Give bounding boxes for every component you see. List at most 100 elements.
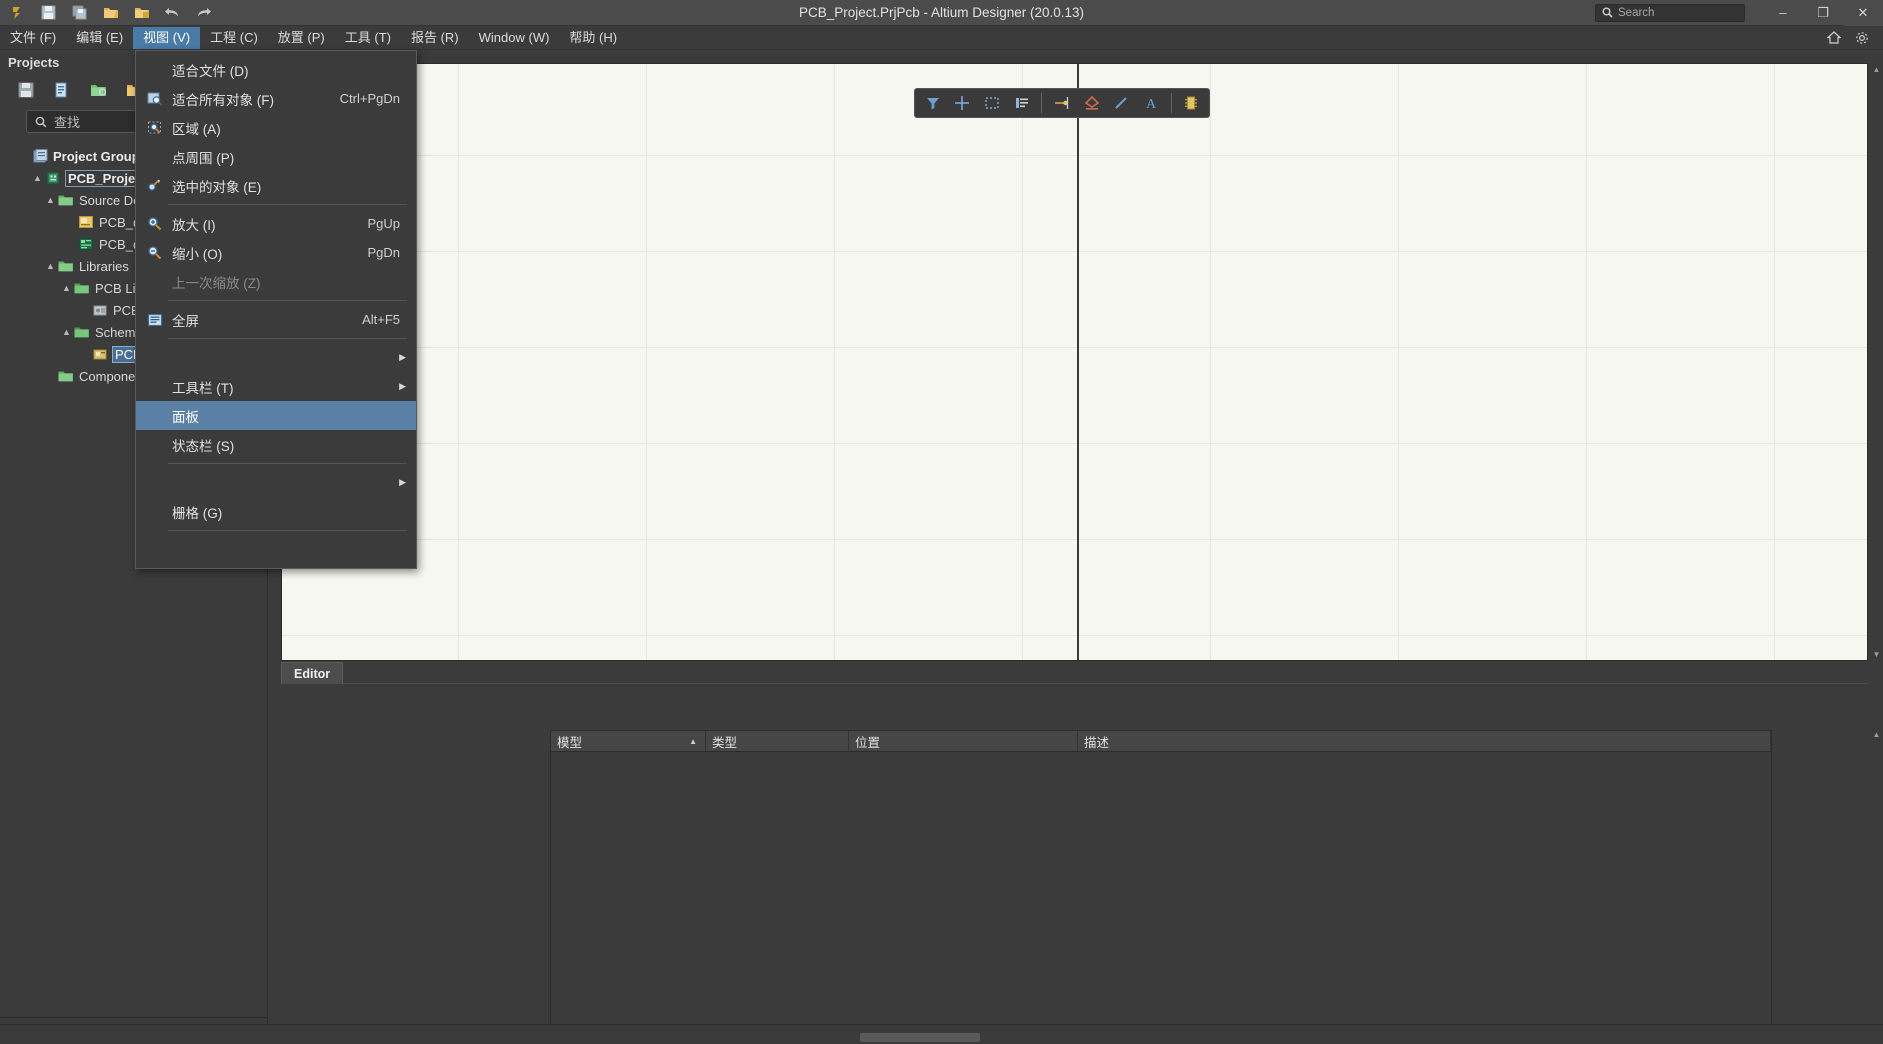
tab-editor[interactable]: Editor xyxy=(281,662,344,684)
column-header-type[interactable]: 类型 xyxy=(706,731,849,751)
menu-item-label: 缩小 (O) xyxy=(172,246,223,262)
undo-icon[interactable] xyxy=(163,3,182,22)
menu-item-selected-objects[interactable]: 选中的对象 (E) xyxy=(136,171,416,200)
menu-item-toolbars[interactable]: ▶ xyxy=(136,343,416,372)
menu-item-zoom-out[interactable]: 缩小 (O) PgDn xyxy=(136,238,416,267)
footprint-preview-pane: 无预览可见 xyxy=(1788,730,1883,1040)
menu-item-last-zoom: 上一次缩放 (Z) xyxy=(136,267,416,296)
expander-icon[interactable]: ▲ xyxy=(44,195,57,205)
filter-icon[interactable] xyxy=(919,90,947,116)
toolbar-separator xyxy=(1170,93,1172,113)
folder-icon xyxy=(57,194,75,207)
menu-separator xyxy=(168,463,406,464)
menu-view[interactable]: 视图 (V) xyxy=(133,26,201,49)
view-menu-dropdown: 适合文件 (D) 适合所有对象 (F) Ctrl+PgDn 区域 (A) 点周围… xyxy=(135,50,417,569)
close-button[interactable]: ✕ xyxy=(1843,0,1883,26)
pcb-project-icon xyxy=(44,171,62,185)
menu-place[interactable]: 放置 (P) xyxy=(268,27,335,49)
crosshair-icon[interactable] xyxy=(949,90,977,116)
menu-item-toggle-units[interactable]: 栅格 (G) xyxy=(136,497,416,526)
menu-item-command-status[interactable]: 状态栏 (S) xyxy=(136,430,416,459)
column-header-location[interactable]: 位置 xyxy=(849,731,1078,751)
home-icon[interactable] xyxy=(1827,30,1841,45)
pcb-doc-icon xyxy=(77,237,95,251)
menu-item-panels[interactable]: 工具栏 (T) ▶ xyxy=(136,372,416,401)
restore-button[interactable]: ❐ xyxy=(1803,0,1843,26)
expander-icon[interactable]: ▲ xyxy=(60,283,73,293)
text-icon[interactable]: A xyxy=(1137,90,1165,116)
canvas-grid xyxy=(282,64,1867,660)
align-icon[interactable] xyxy=(1008,90,1036,116)
menu-item-around-point[interactable]: 点周围 (P) xyxy=(136,142,416,171)
editor-area: A ▲ ▼ Editor 模型 ▲ 类型 位置 描述 ▲ xyxy=(268,50,1883,1044)
models-table-body[interactable] xyxy=(551,752,1771,1039)
submenu-arrow-icon: ▶ xyxy=(399,381,406,391)
global-search-input[interactable]: Search xyxy=(1595,3,1745,22)
expander-icon[interactable]: ▲ xyxy=(31,173,44,183)
menu-item-label: 上一次缩放 (Z) xyxy=(172,275,261,291)
scroll-down-arrow[interactable]: ▼ xyxy=(1871,650,1882,659)
menu-item-show-hidden-pins[interactable] xyxy=(136,535,416,564)
menu-help[interactable]: 帮助 (H) xyxy=(559,27,627,49)
save-icon[interactable] xyxy=(39,3,58,22)
folder-icon xyxy=(57,370,75,383)
minimize-button[interactable]: – xyxy=(1763,0,1803,26)
menu-item-shortcut: PgUp xyxy=(367,216,400,231)
altium-logo-icon[interactable] xyxy=(8,3,27,22)
compile-icon[interactable] xyxy=(52,80,72,100)
settings-icon[interactable] xyxy=(1855,31,1869,45)
menu-separator xyxy=(168,338,406,339)
menu-item-label: 栅格 (G) xyxy=(172,505,223,521)
editor-vertical-scrollbar[interactable]: ▲ ▼ xyxy=(1871,63,1882,661)
folder-icon xyxy=(57,260,75,273)
column-header-model[interactable]: 模型 ▲ xyxy=(551,731,706,751)
schematic-canvas[interactable] xyxy=(281,63,1868,661)
open-project-icon[interactable] xyxy=(132,3,151,22)
title-bar: PCB_Project.PrjPcb - Altium Designer (20… xyxy=(0,0,1883,26)
pin-icon[interactable] xyxy=(1048,90,1076,116)
fullscreen-icon xyxy=(142,312,168,328)
menu-reports[interactable]: 报告 (R) xyxy=(401,27,469,49)
search-placeholder-label: Search xyxy=(1618,6,1655,19)
folder-icon xyxy=(73,282,91,295)
menu-window[interactable]: Window (W) xyxy=(469,27,560,49)
open-project-icon[interactable] xyxy=(88,80,108,100)
menu-tools[interactable]: 工具 (T) xyxy=(335,27,401,49)
component-icon[interactable] xyxy=(1177,90,1205,116)
project-search-placeholder: 查找 xyxy=(54,115,81,130)
menu-item-status-bar[interactable]: 面板 xyxy=(136,401,416,430)
line-icon[interactable] xyxy=(1107,90,1135,116)
menu-item-fit-document[interactable]: 适合文件 (D) xyxy=(136,55,416,84)
menu-file[interactable]: 文件 (F) xyxy=(0,27,66,49)
submenu-arrow-icon: ▶ xyxy=(399,352,406,362)
redo-icon[interactable] xyxy=(194,3,213,22)
folder-icon xyxy=(73,326,91,339)
menu-item-shortcut: PgDn xyxy=(367,245,400,260)
column-header-description[interactable]: 描述 xyxy=(1078,731,1771,751)
menu-item-label: 全屏 xyxy=(172,313,199,329)
titlebar-right: Search – ❐ ✕ xyxy=(1595,0,1883,26)
save-all-icon[interactable] xyxy=(70,3,89,22)
menu-item-zoom-area[interactable]: 区域 (A) xyxy=(136,113,416,142)
expander-icon[interactable]: ▲ xyxy=(44,261,57,271)
menu-item-fullscreen[interactable]: 全屏 Alt+F5 xyxy=(136,305,416,334)
expander-icon[interactable]: ▲ xyxy=(60,327,73,337)
menu-project[interactable]: 工程 (C) xyxy=(200,27,268,49)
menu-bar: 文件 (F) 编辑 (E) 视图 (V) 工程 (C) 放置 (P) 工具 (T… xyxy=(0,26,1883,50)
editor-tab-row: Editor xyxy=(281,662,1868,684)
save-icon[interactable] xyxy=(16,80,36,100)
column-label: 描述 xyxy=(1084,735,1110,750)
open-folder-icon[interactable] xyxy=(101,3,120,22)
select-rect-icon[interactable] xyxy=(978,90,1006,116)
quick-access-toolbar xyxy=(0,3,213,22)
menu-item-fit-all-objects[interactable]: 适合所有对象 (F) Ctrl+PgDn xyxy=(136,84,416,113)
menu-item-zoom-in[interactable]: 放大 (I) PgUp xyxy=(136,209,416,238)
scroll-up-arrow[interactable]: ▲ xyxy=(1871,65,1882,74)
submenu-arrow-icon: ▶ xyxy=(399,477,406,487)
menu-edit[interactable]: 编辑 (E) xyxy=(66,27,133,49)
horizontal-scrollbar-thumb[interactable] xyxy=(860,1033,980,1042)
menu-item-grids[interactable]: ▶ xyxy=(136,468,416,497)
menu-separator xyxy=(168,530,406,531)
polygon-icon[interactable] xyxy=(1078,90,1106,116)
menu-item-label: 工具栏 (T) xyxy=(172,380,234,396)
